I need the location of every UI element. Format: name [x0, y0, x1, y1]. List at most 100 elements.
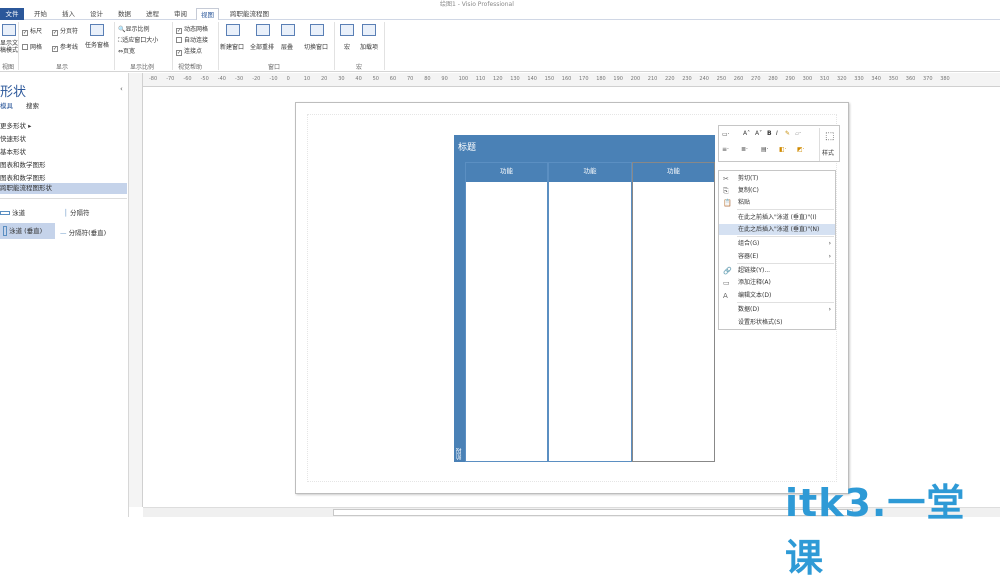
hyperlink-label: 超链接(Y)...	[738, 267, 771, 274]
align-icon[interactable]: ≡·	[722, 146, 729, 153]
arrange-all-icon[interactable]	[256, 24, 270, 36]
ruler-tick-label: 330	[854, 76, 864, 82]
group-show-label: 显示	[56, 64, 69, 71]
task-pane-icon[interactable]	[90, 24, 104, 36]
menu-insert-before[interactable]: 在此之前插入"泳道 (垂直)"(I)	[719, 212, 835, 223]
tab-file[interactable]: 文件	[0, 8, 24, 20]
macros-icon[interactable]	[340, 24, 354, 36]
menu-add-comment[interactable]: ▭ 添加注释(A)	[719, 277, 835, 288]
menu-copy[interactable]: ⎘ 复制(C)	[719, 185, 835, 196]
grow-font-icon[interactable]: A˄	[743, 130, 750, 137]
paragraph-icon[interactable]: ▤·	[761, 146, 769, 153]
ruler-tick-label: 180	[596, 76, 606, 82]
italic-icon[interactable]: I	[776, 130, 778, 137]
stencil-more-shapes[interactable]: 更多形状 ▸	[0, 120, 31, 130]
tab-design[interactable]: 设计	[86, 8, 107, 20]
shape-separator[interactable]: │ 分隔符	[64, 207, 90, 217]
collapse-panel-icon[interactable]: ‹	[120, 85, 123, 93]
new-window-button[interactable]: 新建窗口	[220, 42, 244, 51]
menu-container[interactable]: 容器(E) ›	[719, 251, 835, 262]
grid-checkbox[interactable]: 网格	[22, 42, 42, 51]
phase-bar[interactable]: 阶段	[454, 162, 465, 462]
switch-window-icon[interactable]	[310, 24, 324, 36]
dynamic-grid-checkbox[interactable]: ✓ 动态网格	[176, 24, 208, 34]
ruler-checkbox[interactable]: ✓ 标尺	[22, 26, 42, 36]
auto-connect-checkbox[interactable]: 自动连接	[176, 35, 208, 44]
swimlane-2[interactable]: 功能	[548, 162, 632, 462]
stencil-charts[interactable]: 图表和数学图形	[0, 159, 46, 169]
ruler-tick-label: 260	[733, 76, 744, 82]
menu-edit-text[interactable]: A 编辑文本(D)	[719, 290, 835, 301]
group-window-label: 窗口	[268, 64, 281, 71]
cascade-button[interactable]: 层叠	[281, 42, 293, 51]
connection-points-checkbox[interactable]: ✓ 连接点	[176, 46, 202, 56]
fill-color-icon[interactable]: ◧·	[779, 146, 787, 153]
shape-swimlane-vertical[interactable]: 泳道 (垂直)	[0, 223, 55, 239]
menu-insert-after[interactable]: 在此之后插入"泳道 (垂直)"(N)	[719, 224, 835, 235]
shape-swimlane[interactable]: 泳道	[0, 207, 25, 217]
swimlane-3-header[interactable]: 功能	[633, 163, 714, 182]
task-pane-view-icon[interactable]	[2, 24, 16, 36]
tab-review[interactable]: 审阅	[170, 8, 191, 20]
line-color-icon[interactable]: ◩·	[797, 146, 805, 153]
style-icon: ⬚	[825, 131, 835, 142]
pool-title[interactable]: 标题	[454, 135, 715, 162]
macros-button[interactable]: 宏	[344, 42, 350, 51]
shape-separator-vertical[interactable]: — 分隔符(垂直)	[60, 227, 106, 237]
stencil-charts-math[interactable]: 图表和数学图形	[0, 172, 46, 182]
ruler-tick-label: 240	[699, 76, 709, 82]
menu-format-shape[interactable]: 设置形状格式(S)	[719, 317, 835, 328]
cross-functional-pool[interactable]: 标题 阶段 功能 功能 功能	[454, 135, 715, 462]
drawing-canvas[interactable]: 标题 阶段 功能 功能 功能	[143, 87, 1000, 507]
tab-view[interactable]: 视图	[196, 8, 219, 20]
ruler-tick-label: 280	[768, 76, 778, 82]
menu-cut[interactable]: ✂ 剪切(T)	[719, 173, 835, 184]
align-dropdown-icon[interactable]: ≣·	[741, 146, 748, 153]
ruler-tick-label: -20	[252, 76, 261, 82]
tab-home[interactable]: 开始	[30, 8, 51, 20]
tab-cross-functional[interactable]: 跨职能流程图	[226, 8, 273, 20]
watermark-logo: itk3.一堂课	[785, 481, 966, 580]
bold-icon[interactable]: B	[767, 130, 772, 137]
separator-vertical-icon: —	[60, 229, 67, 237]
swimlane-2-header[interactable]: 功能	[549, 163, 631, 182]
page-width-button[interactable]: ⇔页宽	[118, 46, 135, 55]
new-window-icon[interactable]	[226, 24, 240, 36]
addins-button[interactable]: 加载项	[360, 42, 378, 51]
guides-checkbox[interactable]: ✓ 参考线	[52, 42, 78, 52]
presentation-mode-button[interactable]: 显示文 稿模式	[0, 40, 18, 54]
menu-data[interactable]: 数据(D) ›	[719, 304, 835, 315]
tab-process[interactable]: 进程	[142, 8, 163, 20]
task-pane-button[interactable]: 任务窗格	[85, 40, 109, 49]
menu-paste[interactable]: 📋 粘贴	[719, 197, 835, 208]
menu-hyperlink[interactable]: 🔗 超链接(Y)...	[719, 265, 835, 276]
text-highlight-icon[interactable]: ▱·	[795, 130, 802, 137]
stencil-basic-shapes[interactable]: 基本形状	[0, 146, 26, 156]
arrange-all-button[interactable]: 全部重排	[250, 42, 274, 51]
tab-stencils[interactable]: 模具	[0, 100, 13, 110]
tab-data[interactable]: 数据	[114, 8, 135, 20]
stencil-cross-functional[interactable]: 跨职能流程图形状	[0, 183, 127, 194]
group-zoom-label: 显示比例	[130, 64, 155, 71]
tab-search[interactable]: 搜索	[26, 100, 39, 110]
swimlane-vertical-icon	[3, 226, 7, 236]
stencil-quick-shapes[interactable]: 快速形状	[0, 133, 26, 143]
ruler-tick-label: 130	[510, 76, 520, 82]
fit-window-button[interactable]: ⛶适应窗口大小	[118, 35, 158, 45]
shrink-font-icon[interactable]: A˅	[755, 130, 762, 137]
scroll-thumb[interactable]	[333, 509, 853, 516]
swimlane-3-selected[interactable]: 功能	[632, 162, 715, 462]
switch-window-button[interactable]: 切换窗口	[304, 42, 328, 51]
menu-group[interactable]: 组合(G) ›	[719, 238, 835, 249]
context-menu: ✂ 剪切(T) ⎘ 复制(C) 📋 粘贴 在此之前插入"泳道 (垂直)"(I) 在此之…	[718, 170, 836, 330]
page-break-checkbox[interactable]: ✓ 分页符	[52, 26, 78, 36]
font-family-dropdown[interactable]: ▭·	[722, 131, 730, 138]
style-button[interactable]: ⬚ 样式	[819, 128, 839, 161]
addins-icon[interactable]	[362, 24, 376, 36]
zoom-button[interactable]: 🔍显示比例	[118, 24, 150, 33]
swimlane-1[interactable]: 功能	[465, 162, 548, 462]
format-painter-icon[interactable]: ✎	[785, 130, 790, 137]
tab-insert[interactable]: 插入	[58, 8, 79, 20]
swimlane-1-header[interactable]: 功能	[466, 163, 547, 182]
cascade-icon[interactable]	[281, 24, 295, 36]
